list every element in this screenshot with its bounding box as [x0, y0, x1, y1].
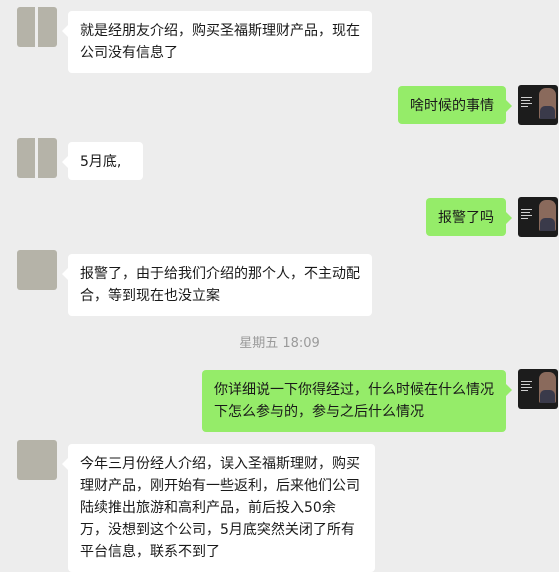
message-bubble-incoming[interactable]: 报警了，由于给我们介绍的那个人，不主动配合，等到现在也没立案: [62, 254, 372, 316]
message-text: 今年三月份经人介绍，误入圣福斯理财，购买理财产品，刚开始有一些返利，后来他们公司…: [80, 456, 360, 560]
contact-avatar[interactable]: [17, 440, 57, 480]
message-text: 啥时候的事情: [410, 98, 494, 114]
chat-timestamp: 星期五 18:09: [239, 336, 320, 351]
my-avatar[interactable]: [518, 369, 558, 409]
message-text: 你详细说一下你得经过，什么时候在什么情况下怎么参与的，参与之后什么情况: [214, 382, 494, 420]
message-bubble-outgoing[interactable]: 啥时候的事情: [398, 86, 512, 124]
message-text: 报警了吗: [438, 210, 494, 226]
avatar-photo: [539, 200, 556, 231]
contact-avatar[interactable]: [17, 138, 57, 178]
avatar-text-overlay: [521, 381, 533, 393]
message-bubble-incoming[interactable]: 今年三月份经人介绍，误入圣福斯理财，购买理财产品，刚开始有一些返利，后来他们公司…: [62, 444, 375, 572]
contact-avatar[interactable]: [17, 7, 57, 47]
my-avatar[interactable]: [518, 197, 558, 237]
message-bubble-outgoing[interactable]: 你详细说一下你得经过，什么时候在什么情况下怎么参与的，参与之后什么情况: [202, 370, 512, 432]
message-text: 报警了，由于给我们介绍的那个人，不主动配合，等到现在也没立案: [80, 266, 360, 304]
message-text: 5月底,: [80, 154, 122, 170]
contact-avatar[interactable]: [17, 250, 57, 290]
message-text: 就是经朋友介绍，购买圣福斯理财产品，现在公司没有信息了: [80, 23, 360, 61]
avatar-photo: [539, 372, 556, 403]
message-bubble-outgoing[interactable]: 报警了吗: [426, 198, 512, 236]
avatar-text-overlay: [521, 209, 533, 221]
message-bubble-incoming[interactable]: 就是经朋友介绍，购买圣福斯理财产品，现在公司没有信息了: [62, 11, 372, 73]
message-bubble-incoming[interactable]: 5月底,: [62, 142, 143, 180]
my-avatar[interactable]: [518, 85, 558, 125]
avatar-text-overlay: [521, 97, 533, 109]
avatar-photo: [539, 88, 556, 119]
